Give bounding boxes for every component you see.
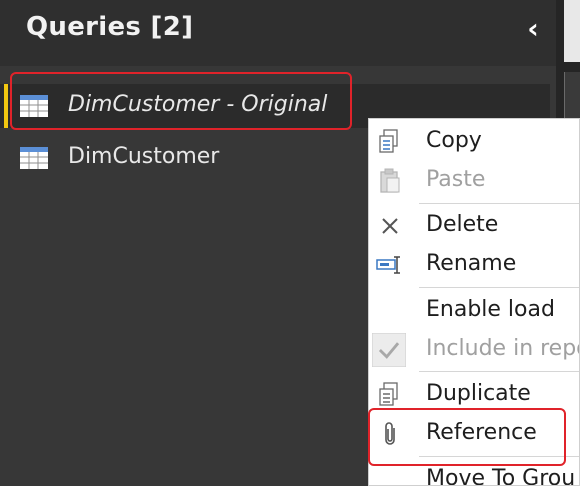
- duplicate-icon: [379, 382, 398, 406]
- copy-icon: [379, 129, 398, 153]
- checkmark-icon: [372, 333, 406, 367]
- pane-title: Queries [2]: [26, 12, 194, 42]
- delete-icon: [382, 218, 398, 234]
- menu-separator: [419, 371, 579, 372]
- menu-item-include-in-report[interactable]: Include in repo: [369, 331, 580, 369]
- paste-icon: [380, 168, 400, 193]
- highlight-box-reference: [368, 408, 566, 466]
- menu-item-paste[interactable]: Paste: [369, 162, 579, 200]
- menu-item-label: Duplicate: [426, 381, 531, 406]
- menu-item-label: Copy: [426, 128, 482, 153]
- menu-item-label: Delete: [426, 212, 499, 237]
- menu-item-enable-load[interactable]: Enable load: [369, 292, 579, 330]
- rename-icon: [376, 256, 400, 274]
- right-edge-light: [564, 0, 580, 62]
- highlight-box-query: [10, 72, 352, 130]
- queries-pane-header: Queries [2] ‹: [0, 0, 556, 66]
- menu-item-copy[interactable]: Copy: [369, 123, 579, 161]
- menu-item-label: Paste: [426, 167, 486, 192]
- menu-item-label: Include in repo: [426, 336, 580, 361]
- menu-item-delete[interactable]: Delete: [369, 207, 579, 245]
- chevron-left-icon[interactable]: ‹: [518, 14, 548, 44]
- menu-item-label: Enable load: [426, 297, 555, 322]
- table-icon: [20, 147, 48, 169]
- query-label: DimCustomer: [68, 144, 220, 169]
- menu-item-label: Rename: [426, 251, 517, 276]
- selection-accent: [4, 84, 8, 128]
- menu-item-rename[interactable]: Rename: [369, 246, 579, 284]
- menu-separator: [419, 287, 579, 288]
- menu-item-label: Move To Grou: [426, 466, 576, 486]
- menu-separator: [419, 203, 579, 204]
